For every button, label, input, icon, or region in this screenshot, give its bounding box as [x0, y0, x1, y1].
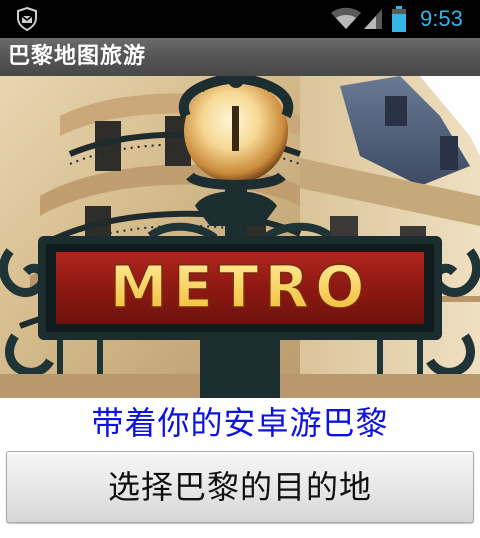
tagline: 带着你的安卓游巴黎 [91, 404, 389, 442]
status-bar: 9:53 [0, 0, 480, 38]
app-title-bar: 巴黎地图旅游 [0, 38, 480, 76]
status-clock: 9:53 [420, 6, 463, 31]
hero-image: METRO [0, 76, 480, 398]
metro-sign-photo: METRO [0, 76, 480, 398]
wifi-icon [331, 7, 361, 29]
app-title: 巴黎地图旅游 [8, 44, 147, 69]
choose-destination-button[interactable]: 选择巴黎的目的地 [6, 451, 474, 523]
signal-icon [364, 9, 382, 29]
notification-icon [17, 6, 37, 32]
app-screen: 9:53 巴黎地图旅游 METRO 带着你的安卓游巴黎 选择巴黎的目的地 [0, 0, 480, 538]
battery-icon [392, 6, 406, 32]
metro-sign-text: METRO [110, 253, 371, 321]
